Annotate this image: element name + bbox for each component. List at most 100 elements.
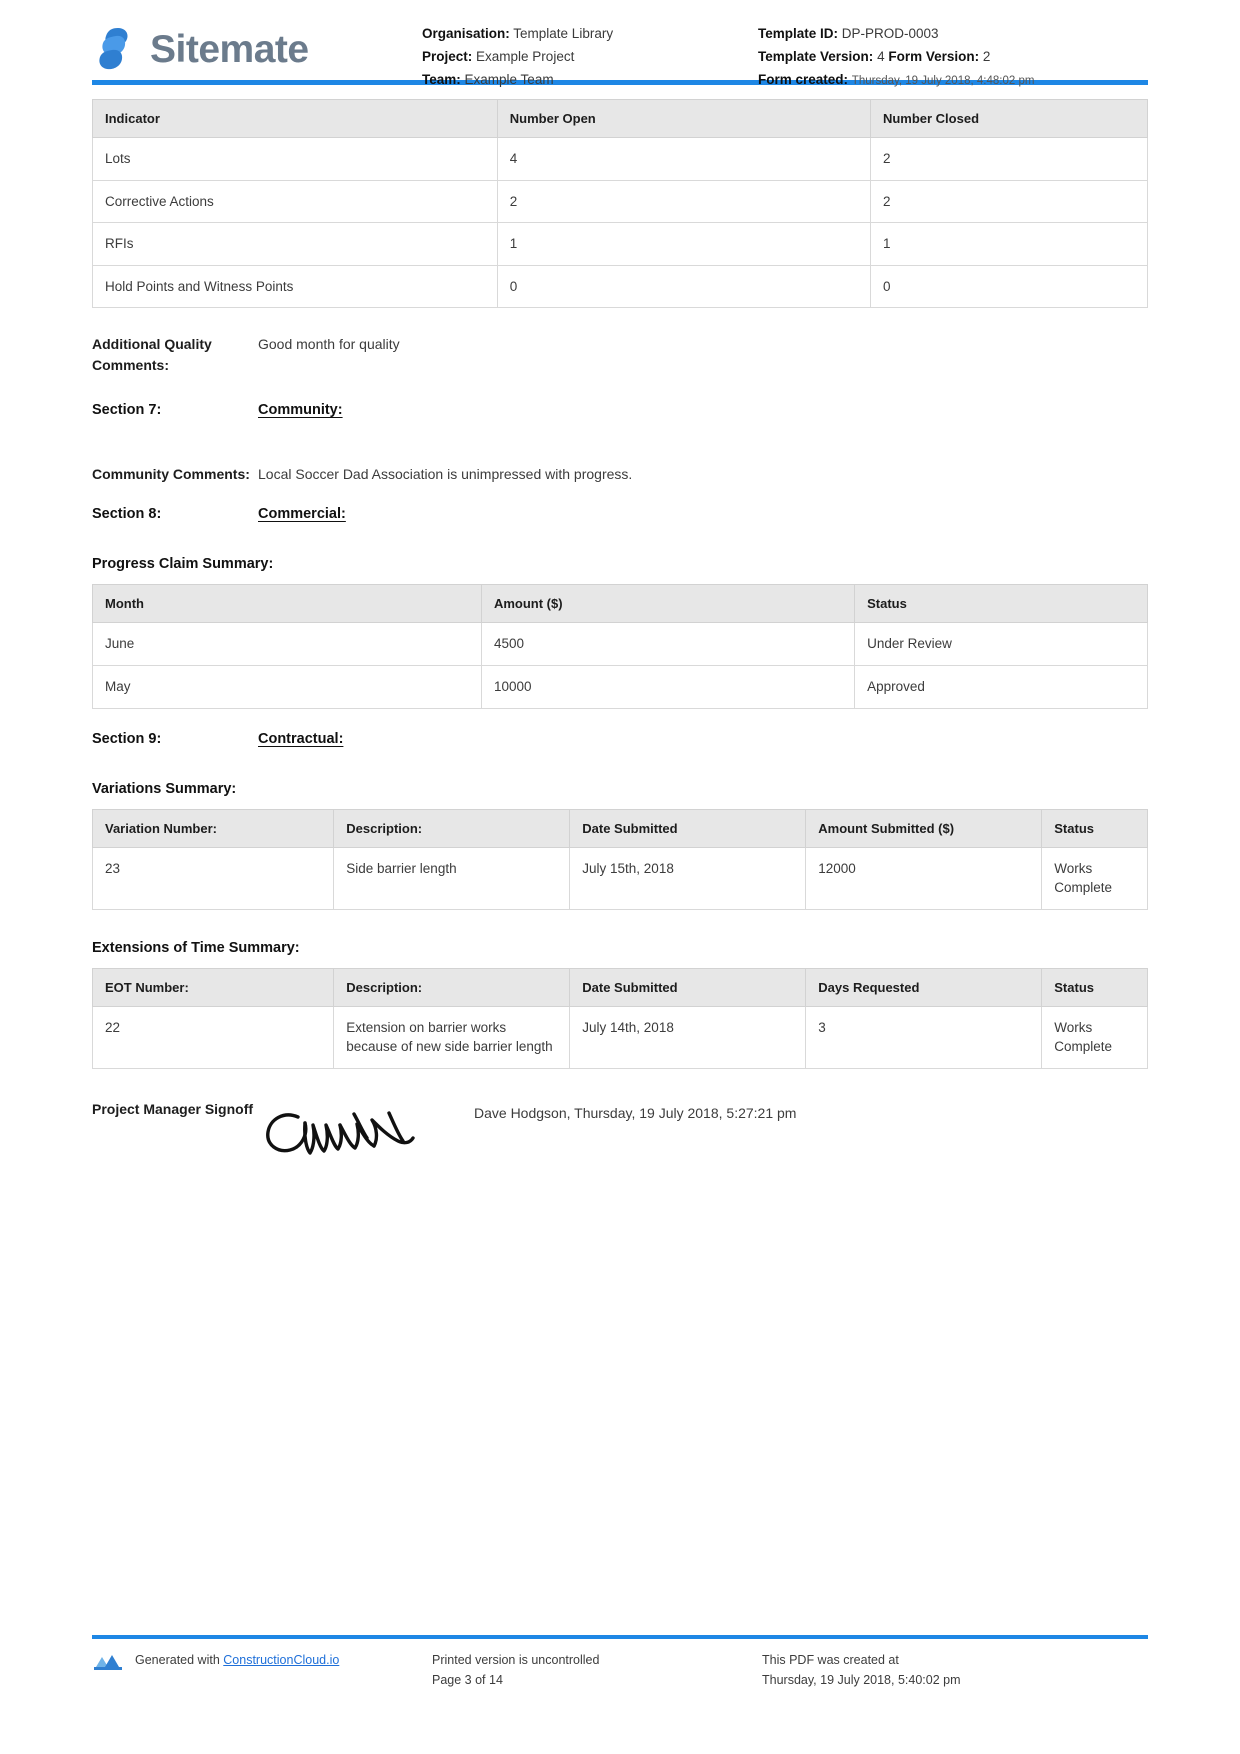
column-header-number-open: Number Open — [496, 99, 871, 138]
form-created-value: Thursday, 19 July 2018, 4:48:02 pm — [851, 75, 1035, 88]
template-id-value: DP-PROD-0003 — [841, 26, 939, 41]
section-7-title: Community: — [258, 401, 343, 418]
form-version-label: Form Version: — [888, 49, 980, 65]
table-header-row: EOT Number: Description: Date Submitted … — [91, 967, 1148, 1007]
cell-variation-number: 23 — [91, 846, 335, 910]
project-value: Example Project — [476, 49, 575, 65]
column-header-date-submitted: Date Submitted — [569, 967, 807, 1007]
community-comments-row: Community Comments: Local Soccer Dad Ass… — [92, 464, 1148, 485]
project-label: Project: — [422, 49, 473, 65]
form-created-label: Form created: — [758, 72, 849, 88]
column-header-days-requested: Days Requested — [805, 967, 1043, 1007]
section-9-number: Section 9: — [92, 730, 162, 747]
cell-date-submitted: July 15th, 2018 — [569, 846, 807, 910]
cell-description: Side barrier length — [333, 846, 571, 910]
cell-number-closed: 0 — [869, 264, 1149, 309]
cell-status: Works Complete — [1041, 1005, 1148, 1069]
column-header-date-submitted: Date Submitted — [569, 808, 807, 848]
team-value: Example Team — [464, 72, 554, 88]
template-version-value: 4 — [877, 49, 885, 65]
team-label: Team: — [422, 72, 461, 88]
cell-eot-number: 22 — [91, 1005, 335, 1069]
organisation-label: Organisation: — [422, 26, 510, 41]
column-header-description: Description: — [333, 967, 571, 1007]
table-row: Corrective Actions 2 2 — [92, 179, 1149, 224]
footer-page-number: Page 3 of 14 — [432, 1672, 503, 1687]
column-header-status: Status — [1041, 967, 1148, 1007]
template-version-line: Template Version: 4 Form Version: 2 — [758, 45, 1148, 68]
cell-amount-submitted: 12000 — [805, 846, 1043, 910]
variations-summary-heading: Variations Summary: — [92, 780, 237, 797]
additional-quality-comments-label: Additional Quality Comments: — [92, 336, 212, 373]
form-version-value: 2 — [982, 49, 991, 65]
cell-description: Extension on barrier works because of ne… — [333, 1005, 571, 1069]
template-id-line: Template ID: DP-PROD-0003 — [758, 22, 1148, 45]
section-8-number: Section 8: — [92, 506, 162, 523]
cell-number-open: 2 — [496, 179, 871, 224]
project-line: Project: Example Project — [422, 45, 758, 68]
cell-status: Works Complete — [1041, 846, 1148, 910]
cell-number-open: 4 — [496, 137, 871, 181]
footer-created-timestamp: Thursday, 19 July 2018, 5:40:02 pm — [762, 1672, 961, 1687]
cell-month: May — [92, 664, 482, 709]
eot-summary-heading: Extensions of Time Summary: — [92, 939, 300, 956]
handwritten-signature-icon — [258, 1099, 474, 1168]
template-id-label: Template ID: — [758, 26, 839, 41]
column-header-amount-submitted: Amount Submitted ($) — [805, 808, 1043, 848]
document-footer: Generated with ConstructionCloud.io Prin… — [92, 1635, 1148, 1690]
cell-month: June — [92, 622, 482, 666]
column-header-number-closed: Number Closed — [869, 99, 1149, 138]
footer-generated-text: Generated with ConstructionCloud.io — [135, 1651, 339, 1670]
column-header-month: Month — [92, 584, 482, 624]
form-created-line: Form created: Thursday, 19 July 2018, 4:… — [758, 68, 1148, 92]
footer-generated-block: Generated with ConstructionCloud.io — [92, 1651, 432, 1690]
brand-block: Sitemate — [92, 18, 422, 74]
table-row: Hold Points and Witness Points 0 0 — [92, 264, 1149, 309]
table-row: 22 Extension on barrier works because of… — [91, 1005, 1148, 1069]
column-header-amount: Amount ($) — [480, 584, 856, 624]
sitemate-logo-icon — [92, 24, 138, 74]
column-header-variation-number: Variation Number: — [91, 808, 335, 848]
cell-status: Under Review — [854, 622, 1148, 666]
table-header-row: Variation Number: Description: Date Subm… — [91, 808, 1148, 848]
community-comments-value: Local Soccer Dad Association is unimpres… — [258, 465, 633, 482]
footer-generated-prefix: Generated with — [135, 1653, 220, 1668]
cell-indicator: Corrective Actions — [92, 179, 498, 224]
footer-created-block: This PDF was created at Thursday, 19 Jul… — [762, 1651, 1148, 1690]
constructioncloud-link[interactable]: ConstructionCloud.io — [223, 1653, 339, 1667]
footer-uncontrolled-text: Printed version is uncontrolled — [432, 1653, 600, 1668]
progress-claim-table: Month Amount ($) Status June 4500 Under … — [92, 584, 1148, 709]
cell-indicator: Lots — [92, 137, 498, 181]
project-manager-signoff-row: Project Manager Signoff Dave Hodgson, Th… — [92, 1099, 1148, 1168]
table-header-row: Indicator Number Open Number Closed — [92, 99, 1149, 138]
brand-name: Sitemate — [150, 27, 309, 71]
document-page: Sitemate Organisation: Template Library … — [0, 0, 1240, 1754]
eot-table: EOT Number: Description: Date Submitted … — [91, 967, 1148, 1069]
footer-print-block: Printed version is uncontrolled Page 3 o… — [432, 1651, 762, 1690]
cell-days-requested: 3 — [805, 1005, 1043, 1069]
cell-indicator: RFIs — [92, 222, 498, 266]
column-header-eot-number: EOT Number: — [91, 967, 335, 1007]
team-line: Team: Example Team — [422, 68, 758, 91]
footer-created-label: This PDF was created at — [762, 1653, 899, 1668]
cell-date-submitted: July 14th, 2018 — [569, 1005, 807, 1069]
additional-quality-comments-value: Good month for quality — [258, 336, 400, 353]
header-meta-left: Organisation: Template Library Project: … — [422, 18, 758, 92]
section-8-title: Commercial: — [258, 506, 346, 523]
cell-status: Approved — [854, 664, 1148, 709]
cell-number-closed: 1 — [869, 222, 1149, 266]
column-header-status: Status — [1041, 808, 1148, 848]
variations-table: Variation Number: Description: Date Subm… — [91, 808, 1148, 910]
header-meta-right: Template ID: DP-PROD-0003 Template Versi… — [758, 18, 1148, 92]
column-header-indicator: Indicator — [92, 99, 498, 138]
indicator-table: Indicator Number Open Number Closed Lots… — [92, 99, 1149, 309]
section-9-title: Contractual: — [258, 730, 344, 747]
cell-number-open: 1 — [496, 222, 871, 266]
additional-quality-comments-row: Additional Quality Comments: Good month … — [92, 334, 1148, 375]
section-8-row: Section 8: Commercial: — [92, 506, 1148, 522]
section-9-row: Section 9: Contractual: — [92, 731, 1148, 747]
column-header-description: Description: — [333, 808, 571, 848]
table-row: June 4500 Under Review — [92, 622, 1148, 666]
organisation-line: Organisation: Template Library — [422, 22, 758, 45]
constructioncloud-logo-icon — [92, 1651, 126, 1673]
